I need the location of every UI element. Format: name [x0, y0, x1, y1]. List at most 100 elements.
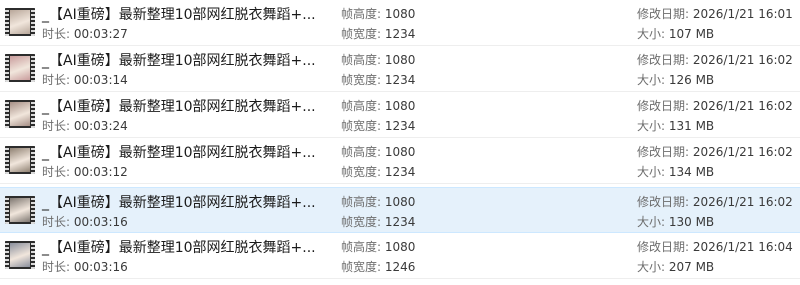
- video-thumbnail: [5, 196, 35, 224]
- duration-field: 时长: 00:03:12: [42, 163, 128, 180]
- frame-width-value: 1234: [384, 165, 416, 179]
- file-row[interactable]: _【AI重磅】最新整理10部网红脱衣舞蹈+... 时长: 00:03:12 帧高度:…: [0, 138, 800, 184]
- duration-label: 时长:: [42, 260, 74, 274]
- file-name: _【AI重磅】最新整理10部网红脱衣舞蹈+...: [42, 53, 316, 69]
- duration-field: 时长: 00:03:16: [42, 213, 128, 230]
- file-name: _【AI重磅】最新整理10部网红脱衣舞蹈+...: [42, 99, 316, 115]
- size-field: 大小: 126 MB: [637, 71, 714, 88]
- size-value: 126 MB: [668, 73, 715, 87]
- modified-value: 2026/1/21 16:04: [692, 240, 793, 254]
- frame-height-value: 1080: [384, 195, 416, 209]
- frame-width-field: 帧宽度: 1234: [341, 25, 415, 42]
- size-field: 大小: 130 MB: [637, 213, 714, 230]
- modified-field: 修改日期: 2026/1/21 16:04: [637, 238, 793, 255]
- modified-field: 修改日期: 2026/1/21 16:02: [637, 143, 793, 160]
- thumbnail-image: [10, 10, 30, 34]
- modified-label: 修改日期:: [637, 53, 693, 67]
- size-field: 大小: 107 MB: [637, 25, 714, 42]
- frame-width-label: 帧宽度:: [341, 215, 385, 229]
- frame-width-field: 帧宽度: 1234: [341, 117, 415, 134]
- duration-value: 00:03:16: [73, 260, 128, 274]
- file-name: _【AI重磅】最新整理10部网红脱衣舞蹈+...: [42, 7, 316, 23]
- frame-width-label: 帧宽度:: [341, 73, 385, 87]
- modified-label: 修改日期:: [637, 7, 693, 21]
- frame-width-field: 帧宽度: 1234: [341, 213, 415, 230]
- size-value: 130 MB: [668, 215, 715, 229]
- video-thumbnail: [5, 241, 35, 269]
- duration-value: 00:03:24: [73, 119, 128, 133]
- frame-width-label: 帧宽度:: [341, 27, 385, 41]
- frame-height-label: 帧高度:: [341, 53, 385, 67]
- frame-height-field: 帧高度: 1080: [341, 143, 415, 160]
- modified-value: 2026/1/21 16:02: [692, 195, 793, 209]
- frame-width-label: 帧宽度:: [341, 119, 385, 133]
- duration-label: 时长:: [42, 73, 74, 87]
- duration-value: 00:03:12: [73, 165, 128, 179]
- size-value: 107 MB: [668, 27, 715, 41]
- frame-height-label: 帧高度:: [341, 145, 385, 159]
- thumbnail-image: [10, 148, 30, 172]
- duration-label: 时长:: [42, 215, 74, 229]
- video-thumbnail: [5, 54, 35, 82]
- size-field: 大小: 134 MB: [637, 163, 714, 180]
- modified-field: 修改日期: 2026/1/21 16:02: [637, 51, 793, 68]
- modified-value: 2026/1/21 16:01: [692, 7, 793, 21]
- duration-value: 00:03:16: [73, 215, 128, 229]
- file-row[interactable]: _【AI重磅】最新整理10部网红脱衣舞蹈+... 时长: 00:03:16 帧高度:…: [0, 233, 800, 279]
- size-label: 大小:: [637, 73, 669, 87]
- modified-label: 修改日期:: [637, 195, 693, 209]
- size-field: 大小: 207 MB: [637, 258, 714, 275]
- frame-width-value: 1234: [384, 73, 416, 87]
- frame-width-value: 1234: [384, 215, 416, 229]
- frame-width-field: 帧宽度: 1234: [341, 71, 415, 88]
- thumbnail-image: [10, 102, 30, 126]
- frame-height-field: 帧高度: 1080: [341, 5, 415, 22]
- video-thumbnail: [5, 100, 35, 128]
- frame-height-field: 帧高度: 1080: [341, 97, 415, 114]
- file-row[interactable]: _【AI重磅】最新整理10部网红脱衣舞蹈+... 时长: 00:03:16 帧高度:…: [0, 187, 800, 233]
- duration-value: 00:03:27: [73, 27, 128, 41]
- frame-width-label: 帧宽度:: [341, 165, 385, 179]
- file-row[interactable]: _【AI重磅】最新整理10部网红脱衣舞蹈+... 时长: 00:03:14 帧高度:…: [0, 46, 800, 92]
- duration-field: 时长: 00:03:14: [42, 71, 128, 88]
- frame-height-field: 帧高度: 1080: [341, 193, 415, 210]
- modified-label: 修改日期:: [637, 240, 693, 254]
- frame-height-label: 帧高度:: [341, 240, 385, 254]
- file-name: _【AI重磅】最新整理10部网红脱衣舞蹈+...: [42, 240, 316, 256]
- duration-label: 时长:: [42, 119, 74, 133]
- video-thumbnail: [5, 146, 35, 174]
- modified-value: 2026/1/21 16:02: [692, 53, 793, 67]
- duration-field: 时长: 00:03:16: [42, 258, 128, 275]
- frame-width-field: 帧宽度: 1234: [341, 163, 415, 180]
- frame-height-value: 1080: [384, 240, 416, 254]
- duration-value: 00:03:14: [73, 73, 128, 87]
- video-thumbnail: [5, 8, 35, 36]
- size-label: 大小:: [637, 27, 669, 41]
- size-label: 大小:: [637, 215, 669, 229]
- thumbnail-image: [10, 243, 30, 267]
- thumbnail-image: [10, 56, 30, 80]
- size-label: 大小:: [637, 119, 669, 133]
- frame-height-value: 1080: [384, 7, 416, 21]
- frame-height-field: 帧高度: 1080: [341, 238, 415, 255]
- file-name: _【AI重磅】最新整理10部网红脱衣舞蹈+...: [42, 145, 316, 161]
- size-value: 134 MB: [668, 165, 715, 179]
- duration-field: 时长: 00:03:27: [42, 25, 128, 42]
- file-row[interactable]: _【AI重磅】最新整理10部网红脱衣舞蹈+... 时长: 00:03:27 帧高度:…: [0, 0, 800, 46]
- size-value: 131 MB: [668, 119, 715, 133]
- duration-label: 时长:: [42, 27, 74, 41]
- size-label: 大小:: [637, 260, 669, 274]
- frame-width-field: 帧宽度: 1246: [341, 258, 415, 275]
- frame-height-value: 1080: [384, 99, 416, 113]
- size-field: 大小: 131 MB: [637, 117, 714, 134]
- frame-width-value: 1234: [384, 27, 416, 41]
- frame-height-field: 帧高度: 1080: [341, 51, 415, 68]
- frame-width-value: 1234: [384, 119, 416, 133]
- frame-width-value: 1246: [384, 260, 416, 274]
- file-row[interactable]: _【AI重磅】最新整理10部网红脱衣舞蹈+... 时长: 00:03:24 帧高度:…: [0, 92, 800, 138]
- file-list: _【AI重磅】最新整理10部网红脱衣舞蹈+... 时长: 00:03:27 帧高度:…: [0, 0, 800, 285]
- modified-label: 修改日期:: [637, 99, 693, 113]
- modified-field: 修改日期: 2026/1/21 16:02: [637, 97, 793, 114]
- frame-height-label: 帧高度:: [341, 195, 385, 209]
- modified-field: 修改日期: 2026/1/21 16:01: [637, 5, 793, 22]
